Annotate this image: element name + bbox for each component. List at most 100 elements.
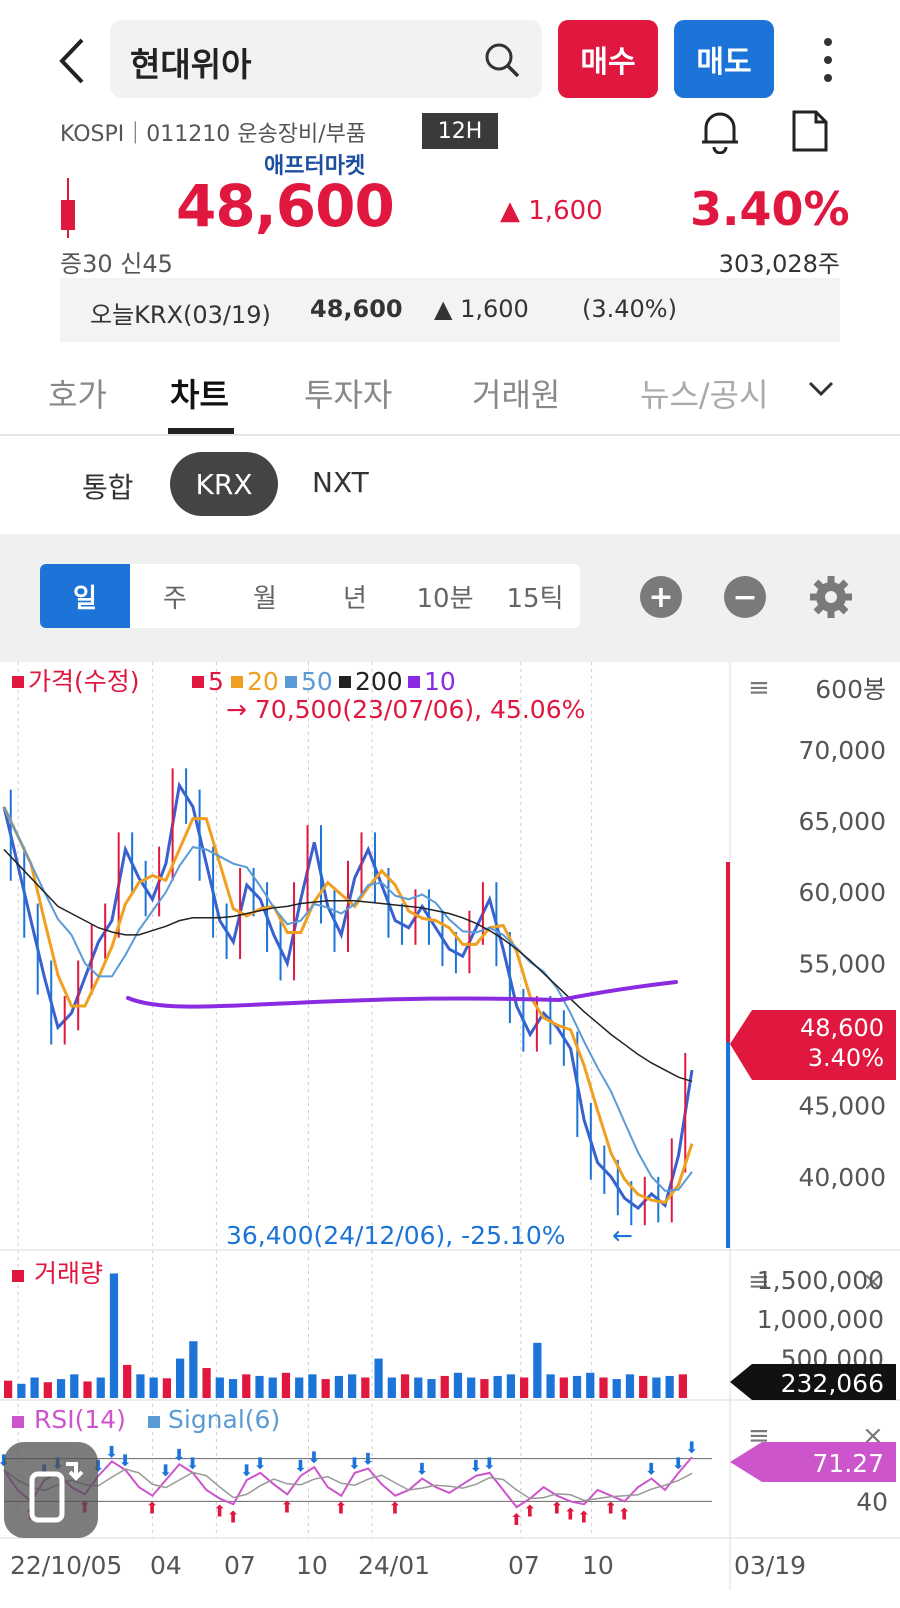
rsi-tag-value: 71.27 [812, 1449, 884, 1478]
volume-bar [586, 1372, 595, 1398]
sell-arrow-icon: ⬇ [483, 1454, 496, 1473]
buy-arrow-icon: ⬆ [334, 1499, 347, 1518]
legend-swatch [12, 676, 24, 688]
range-bar-up [726, 862, 730, 1042]
tab-broker[interactable]: 거래원 [472, 370, 560, 416]
buy-arrow-icon: ⬆ [280, 1497, 293, 1516]
volume-bar [361, 1377, 370, 1398]
volume-bar [506, 1374, 515, 1398]
volume-bar [17, 1383, 26, 1398]
sell-arrow-icon: ⬇ [105, 1442, 118, 1461]
floating-window-button[interactable] [4, 1442, 98, 1538]
zoom-in-icon[interactable]: + [640, 576, 682, 618]
stock-chart[interactable]: 70,000 65,000 60,000 55,000 45,000 40,000 600봉… [0, 662, 900, 1608]
volume-bar [4, 1380, 13, 1398]
volume-bar [546, 1374, 555, 1398]
volume-bar [493, 1375, 502, 1398]
krx-label: 오늘KRX(03/19) [90, 301, 271, 329]
volume-bar [56, 1379, 66, 1398]
zoom-out-icon[interactable]: − [724, 576, 766, 618]
high-annotation: → 70,500(23/07/06), 45.06% [226, 695, 585, 724]
krx-percent: (3.40%) [582, 295, 677, 323]
volume-bar [374, 1358, 383, 1398]
active-tab-indicator [168, 428, 234, 434]
tab-investor[interactable]: 투자자 [304, 370, 392, 416]
legend-swatch [12, 1270, 24, 1282]
sell-button[interactable]: 매도 [674, 20, 774, 98]
sell-arrow-icon: ⬇ [186, 1454, 199, 1473]
sell-arrow-icon: ⬇ [253, 1454, 266, 1473]
period-year[interactable]: 년 [310, 564, 400, 628]
trade-volume: 303,028주 [718, 250, 840, 278]
volume-bar [176, 1358, 185, 1398]
buy-arrow-icon: ⬆ [213, 1502, 226, 1521]
period-10min[interactable]: 10분 [400, 564, 490, 628]
candle-icon [60, 178, 76, 238]
price-tag-pct: 3.40% [808, 1044, 884, 1072]
search-icon[interactable] [482, 40, 522, 80]
price-change: ▲ 1,600 [500, 196, 603, 226]
buy-arrow-icon: ⬆ [388, 1499, 401, 1518]
market-integrated[interactable]: 통합 [82, 466, 134, 506]
tab-news[interactable]: 뉴스/공시 [640, 370, 769, 416]
current-price: 48,600 [176, 172, 395, 240]
market-nxt[interactable]: NXT [312, 466, 369, 499]
more-menu-icon[interactable] [814, 36, 842, 84]
volume-bar [295, 1377, 304, 1398]
buy-arrow-icon: ⬆ [577, 1507, 590, 1526]
buy-button[interactable]: 매수 [558, 20, 658, 98]
bell-icon[interactable] [698, 108, 742, 155]
volume-bar [70, 1374, 79, 1398]
chevron-down-icon[interactable] [806, 374, 836, 404]
volume-bar [480, 1379, 489, 1398]
volume-bar [387, 1377, 396, 1398]
tab-orderbook[interactable]: 호가 [48, 370, 107, 416]
period-selector: 일 주 월 년 10분 15틱 [40, 564, 580, 628]
menu-icon: ≡ [748, 673, 770, 703]
volume-bar [678, 1374, 687, 1398]
x-tick-label: 10 [296, 1551, 328, 1580]
volume-bar [625, 1374, 635, 1398]
stock-name: 현대위아 [130, 45, 252, 84]
legend-label: 5 [208, 667, 224, 696]
back-icon[interactable] [52, 36, 92, 86]
sell-arrow-icon: ⬇ [685, 1438, 698, 1457]
x-tick-label: 04 [150, 1551, 182, 1580]
period-month[interactable]: 월 [220, 564, 310, 628]
volume-bar [572, 1375, 582, 1398]
volume-tick-label: 1,500,000 [757, 1266, 884, 1295]
volume-bar [652, 1377, 661, 1398]
gear-icon[interactable] [808, 574, 854, 620]
volume-bar [123, 1364, 132, 1398]
krx-summary: 오늘KRX(03/19) 48,600 ▲ 1,600 (3.40%) [60, 278, 840, 342]
market-krx[interactable]: KRX [170, 452, 278, 516]
buy-arrow-icon: ⬆ [618, 1504, 631, 1523]
legend-label: 가격(수정) [28, 667, 140, 696]
legend-label: 20 [247, 667, 279, 696]
volume-bar [215, 1377, 224, 1398]
period-day[interactable]: 일 [40, 564, 130, 628]
krx-change: ▲ 1,600 [434, 295, 529, 323]
document-icon[interactable] [790, 108, 830, 154]
buy-arrow-icon: ⬆ [523, 1502, 536, 1521]
chart-panel[interactable]: 70,000 65,000 60,000 55,000 45,000 40,000 600봉… [0, 662, 900, 1608]
period-15tick[interactable]: 15틱 [490, 564, 580, 628]
sell-arrow-icon: ⬇ [240, 1461, 253, 1480]
volume-bar [414, 1377, 423, 1398]
session-badge: 12H [422, 113, 498, 149]
volume-bar [189, 1341, 198, 1398]
x-tick-label: 22/10/05 [10, 1551, 122, 1580]
search-box[interactable]: 현대위아 [110, 20, 542, 98]
sell-arrow-icon: ⬇ [294, 1457, 307, 1476]
sell-arrow-icon: ⬇ [469, 1457, 482, 1476]
y-tick-label: 70,000 [799, 736, 886, 765]
volume-bar [559, 1377, 568, 1398]
volume-bar [427, 1379, 436, 1398]
market-code-sector: KOSPI｜011210 운송장비/부품 [60, 122, 367, 147]
period-week[interactable]: 주 [130, 564, 220, 628]
sell-arrow-icon: ⬇ [645, 1460, 658, 1479]
tab-chart[interactable]: 차트 [170, 370, 229, 416]
y-tick-label: 55,000 [799, 949, 886, 978]
x-tick-label: 03/19 [734, 1551, 806, 1580]
legend-label: 50 [301, 667, 333, 696]
